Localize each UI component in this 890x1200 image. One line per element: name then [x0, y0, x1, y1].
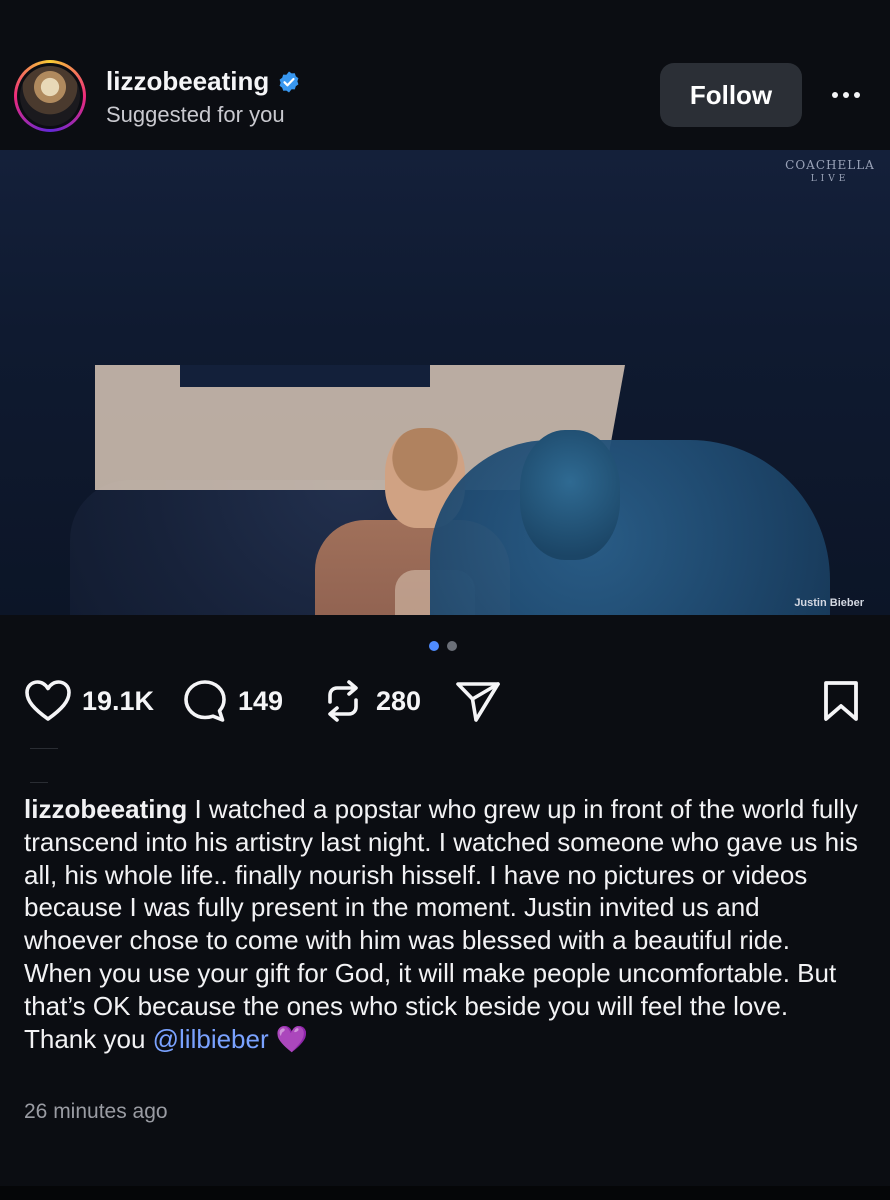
comment-icon — [184, 680, 226, 722]
repost-icon — [328, 680, 358, 722]
caption-mention-link[interactable]: @lilbieber — [153, 1024, 269, 1054]
more-dots-icon[interactable] — [826, 80, 866, 110]
share-icon — [456, 682, 500, 722]
verified-badge-icon — [279, 71, 299, 92]
action-bar: 19.1K 149 280 — [24, 678, 866, 724]
post-timestamp: 26 minutes ago — [24, 1100, 168, 1123]
caption-text: I watched a popstar who grew up in front… — [24, 794, 858, 1054]
repost-button[interactable]: 280 — [320, 678, 421, 724]
purple-heart-emoji: 💜 — [275, 1023, 309, 1054]
carousel-indicator — [429, 641, 457, 651]
carousel-dot-active[interactable] — [429, 641, 439, 651]
media-person-standing — [430, 440, 830, 615]
comment-count: 149 — [238, 685, 284, 716]
media-caption-tag: Justin Bieber — [794, 597, 864, 609]
suggested-label: Suggested for you — [106, 102, 285, 127]
post-media-image[interactable]: COACHELLA LIVE Justin Bieber — [0, 150, 890, 615]
media-watermark: COACHELLA LIVE — [785, 158, 875, 184]
comment-button[interactable]: 149 — [182, 678, 283, 724]
carousel-dot[interactable] — [447, 641, 457, 651]
like-count: 19.1K — [82, 685, 155, 716]
post-header: lizzobeeating Suggested for you Follow — [14, 60, 876, 132]
bottom-edge — [0, 1186, 890, 1200]
username[interactable]: lizzobeeating — [106, 66, 269, 97]
post-page: lizzobeeating Suggested for you Follow C… — [0, 0, 890, 1200]
username-row: lizzobeeating — [106, 66, 301, 97]
caption-username[interactable]: lizzobeeating — [24, 794, 187, 824]
avatar[interactable] — [14, 60, 86, 132]
post-caption: lizzobeeating I watched a popstar who gr… — [24, 793, 864, 1055]
like-button[interactable]: 19.1K — [24, 678, 154, 724]
bookmark-icon — [824, 681, 858, 721]
follow-button[interactable]: Follow — [660, 63, 802, 127]
save-button[interactable] — [822, 680, 860, 727]
heart-icon — [25, 680, 71, 721]
share-button[interactable] — [454, 678, 502, 724]
repost-count: 280 — [376, 685, 422, 716]
avatar-image — [20, 66, 80, 126]
